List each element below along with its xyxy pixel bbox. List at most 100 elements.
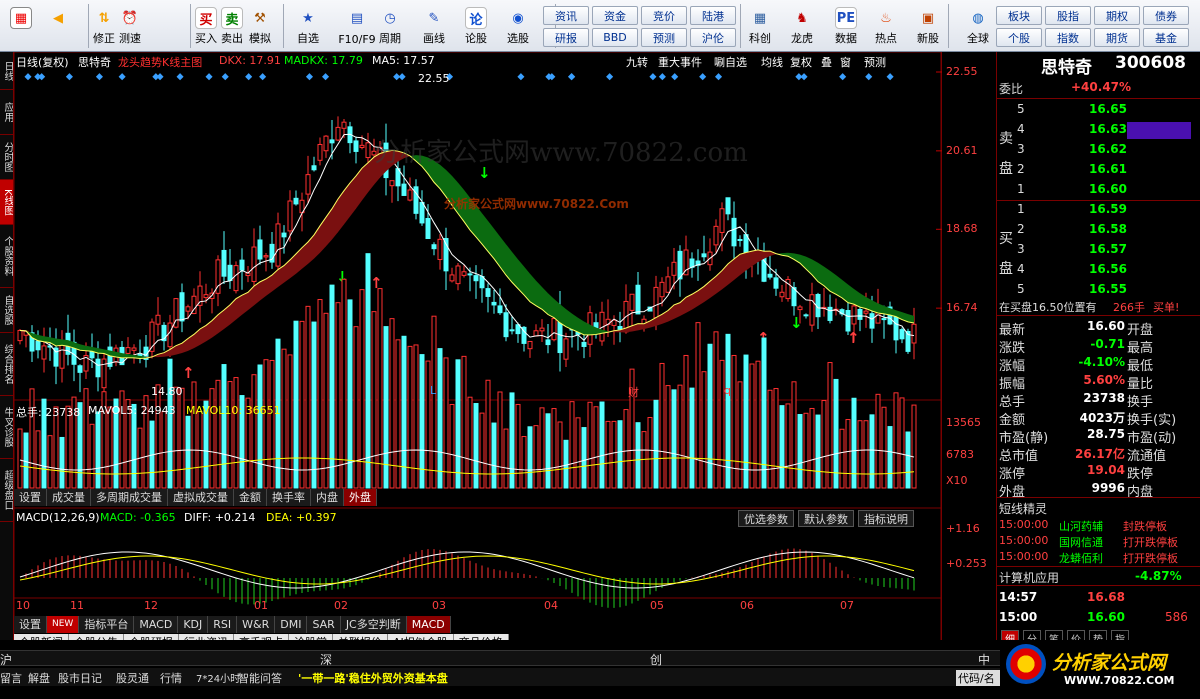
leftnav-1[interactable]: 应用: [0, 90, 13, 135]
toolbar-hammer-button[interactable]: ⚒ 模拟: [246, 3, 274, 49]
market-button-7[interactable]: 沪伦: [690, 28, 736, 47]
market-button-1[interactable]: 资金: [592, 6, 638, 25]
volume-bar: [533, 425, 539, 489]
market-button-6[interactable]: 预测: [641, 28, 687, 47]
toolbar-pencil-button[interactable]: ✎ 画线: [420, 3, 448, 49]
menu-item-6[interactable]: 智能问答: [238, 670, 282, 686]
menu-item-0[interactable]: 留言: [0, 670, 22, 686]
weibi-row: 委比 +40.47%: [997, 78, 1200, 98]
candle-body: [275, 223, 281, 267]
toolbar-sell-button[interactable]: 卖卖出: [218, 3, 246, 49]
menu-item-1[interactable]: 解盘: [28, 670, 50, 686]
candle-body: [407, 189, 413, 201]
indicator-tab-6[interactable]: W&R: [237, 616, 276, 633]
volume-bar: [491, 422, 497, 489]
signal-arrow-icon: ↑: [847, 329, 860, 347]
indicator-tab-4[interactable]: KDJ: [178, 616, 209, 633]
chart-area[interactable]: ↑↓↑↓↑↓↑ 22.5520.6118.6816.74L财q22.5514.8…: [14, 52, 987, 651]
star-folder-icon: ★: [302, 10, 314, 26]
toolbar-document-button[interactable]: ▤ F10/F9: [336, 3, 378, 49]
indicator-tab-9[interactable]: JC多空判断: [340, 616, 407, 633]
market-button-4[interactable]: 研报: [543, 28, 589, 47]
toolbar-up-down-arrows-button[interactable]: ⇅ 修正: [90, 3, 118, 49]
volume-bar: [767, 389, 773, 489]
indicator-tab-0[interactable]: 设置: [14, 616, 47, 633]
indicator-tab-3[interactable]: MACD: [134, 616, 179, 633]
leftnav-2[interactable]: 分时图: [0, 135, 13, 180]
candle-body: [449, 274, 455, 282]
menu-item-5[interactable]: 7*24小时: [196, 670, 240, 685]
macd-tick-0: +1.16: [946, 522, 980, 535]
toolbar-button-label: 新股: [917, 32, 939, 45]
right-market-button-3[interactable]: 债券: [1143, 6, 1189, 25]
toolbar-discuss-button[interactable]: 论论股: [462, 3, 490, 49]
candle-body: [671, 261, 677, 276]
right-market-button-2[interactable]: 期权: [1094, 6, 1140, 25]
market-button-2[interactable]: 竞价: [641, 6, 687, 25]
month-label-8: 06: [740, 599, 754, 612]
toolbar-globe-button[interactable]: ◍ 全球: [964, 3, 992, 49]
vol-tab-1[interactable]: 成交量: [47, 489, 91, 506]
signal-diamond: [95, 73, 103, 81]
leftnav-6[interactable]: 综合排名: [0, 333, 13, 396]
toolbar-alarm-clock-button[interactable]: ⏰ 测速: [116, 3, 144, 49]
toolbar-buy-button[interactable]: 买买入: [192, 3, 220, 49]
toolbar-chart-search-button[interactable]: ◉ 选股: [504, 3, 532, 49]
macd-tick-1: +0.253: [946, 557, 987, 570]
vol-tab-0[interactable]: 设置: [14, 489, 47, 506]
right-market-button-5[interactable]: 指数: [1045, 28, 1091, 47]
toolbar-clock-button[interactable]: ◷ 周期: [376, 3, 404, 49]
toolbar-button-label: 模拟: [249, 32, 271, 45]
toolbar-back-arrow-button[interactable]: ◀: [44, 3, 72, 49]
indicator-tab-10[interactable]: MACD: [406, 616, 451, 633]
macd-button-2[interactable]: 指标说明: [858, 510, 914, 527]
right-market-button-7[interactable]: 基金: [1143, 28, 1189, 47]
macd-button-0[interactable]: 优选参数: [738, 510, 794, 527]
signal-diamond: [398, 73, 406, 81]
menu-item-3[interactable]: 股灵通: [116, 670, 149, 686]
top-tab-0: 九转: [626, 56, 648, 69]
toolbar-calendar-button[interactable]: ▣ 新股: [914, 3, 942, 49]
right-market-button-4[interactable]: 个股: [996, 28, 1042, 47]
market-button-5[interactable]: BBD: [592, 28, 638, 47]
code-input[interactable]: 代码/名: [956, 670, 1000, 686]
market-button-3[interactable]: 陆港: [690, 6, 736, 25]
leftnav-8[interactable]: 超级盘口: [0, 459, 13, 522]
volume-bar: [329, 284, 335, 489]
right-market-button-0[interactable]: 板块: [996, 6, 1042, 25]
field-value: 28.75: [1087, 427, 1125, 441]
event-marker: 财: [628, 386, 639, 399]
home-icon[interactable]: ▦: [4, 3, 38, 49]
right-market-button-1[interactable]: 股指: [1045, 6, 1091, 25]
menu-item-2[interactable]: 股市日记: [58, 670, 102, 686]
indicator-tab-5[interactable]: RSI: [208, 616, 238, 633]
indicator-tab-8[interactable]: SAR: [307, 616, 341, 633]
volume-tabs: 设置 成交量 多周期成交量 虚拟成交量 金额 换手率 内盘 外盘: [14, 489, 377, 506]
toolbar-mini-chart-button[interactable]: ▦ 科创: [746, 3, 774, 49]
indicator-tab-2[interactable]: 指标平台: [79, 616, 135, 633]
leftnav-3[interactable]: K线图: [0, 180, 13, 225]
volume-bar: [635, 422, 641, 489]
toolbar-fire-button[interactable]: ♨ 热点: [872, 3, 900, 49]
market-button-0[interactable]: 资讯: [543, 6, 589, 25]
macd-button-1[interactable]: 默认参数: [798, 510, 854, 527]
indicator-tab-1[interactable]: NEW: [47, 616, 80, 633]
top-tab-5: 叠: [821, 56, 832, 69]
leftnav-0[interactable]: 日线: [0, 52, 13, 90]
toolbar-dragon-tiger-button[interactable]: ♞ 龙虎: [788, 3, 816, 49]
vol-tab-3[interactable]: 虚拟成交量: [168, 489, 234, 506]
menu-item-4[interactable]: 行情: [160, 670, 182, 686]
vol-tab-2[interactable]: 多周期成交量: [91, 489, 168, 506]
leftnav-5[interactable]: 自选股: [0, 288, 13, 333]
toolbar-star-folder-button[interactable]: ★ 自选: [294, 3, 322, 49]
leftnav-7[interactable]: 牛叉诊股: [0, 396, 13, 459]
leftnav-4[interactable]: 个股资料: [0, 225, 13, 288]
vol-tab-6[interactable]: 内盘: [311, 489, 344, 506]
toolbar-pe-button[interactable]: PE 数据: [832, 3, 860, 49]
candle-body: [851, 305, 857, 325]
vol-tab-5[interactable]: 换手率: [267, 489, 311, 506]
vol-tab-7[interactable]: 外盘: [344, 489, 377, 506]
right-market-button-6[interactable]: 期货: [1094, 28, 1140, 47]
indicator-tab-7[interactable]: DMI: [275, 616, 308, 633]
vol-tab-4[interactable]: 金额: [234, 489, 267, 506]
